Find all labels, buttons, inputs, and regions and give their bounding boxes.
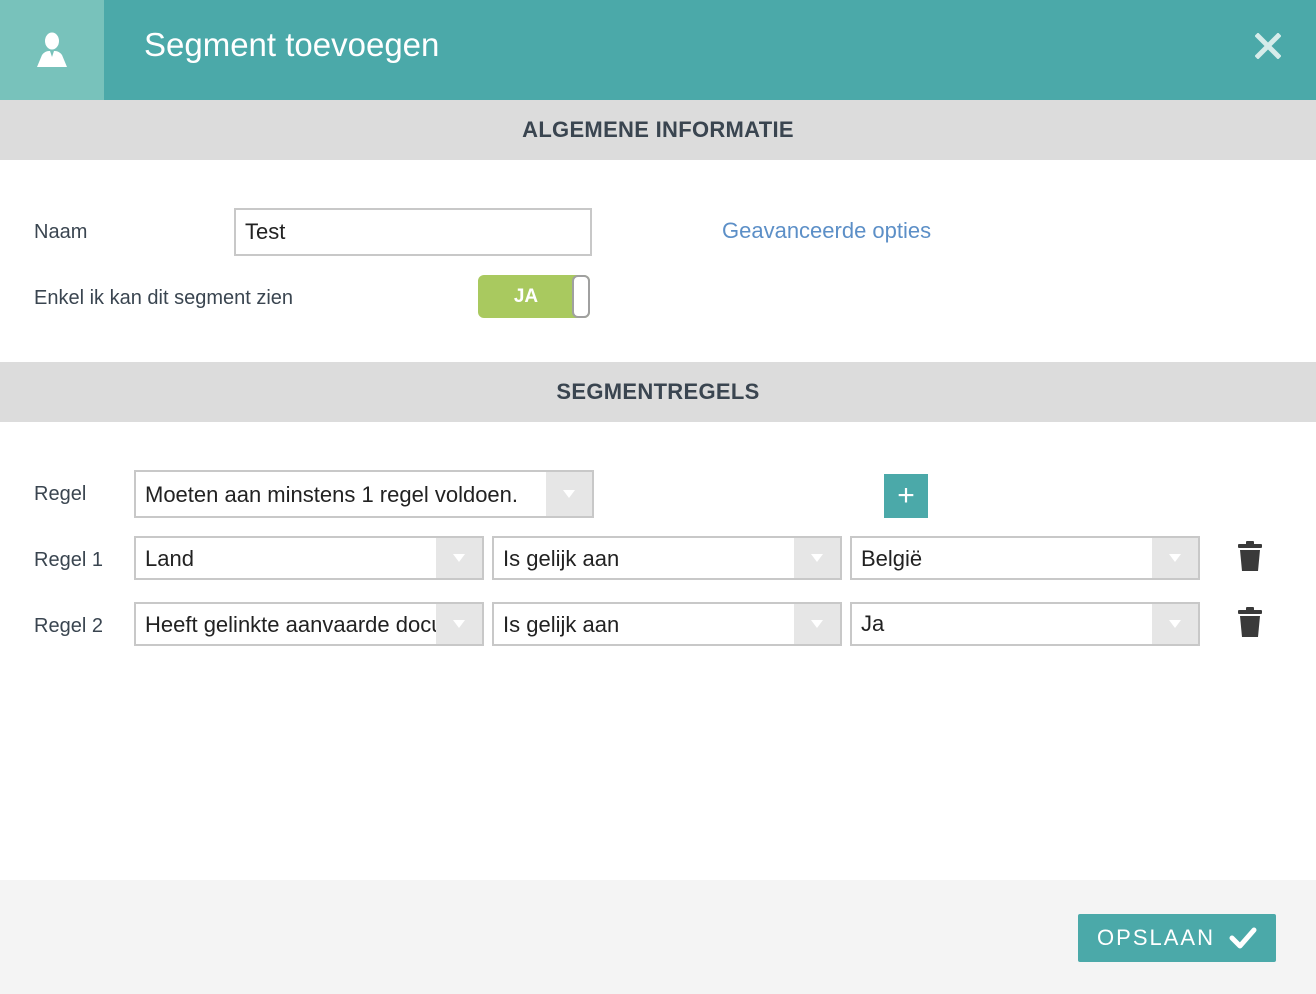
trash-icon[interactable]: [1238, 541, 1262, 571]
rule-2-operator-arrow: [794, 604, 840, 644]
rule-2-field-value: Heeft gelinkte aanvaarde documenten: [145, 612, 437, 637]
chevron-down-icon: [453, 620, 465, 628]
chevron-down-icon: [811, 554, 823, 562]
private-toggle[interactable]: JA: [478, 275, 590, 318]
rule-2-value-select[interactable]: Ja: [850, 602, 1200, 646]
dialog-header: Segment toevoegen: [0, 0, 1316, 100]
chevron-down-icon: [1169, 620, 1181, 628]
rule-2-value-value: Ja: [861, 611, 885, 636]
rule-1-operator-arrow: [794, 538, 840, 578]
trash-icon[interactable]: [1238, 607, 1262, 637]
name-input[interactable]: [234, 208, 592, 256]
section-segment-rules: SEGMENTREGELS: [0, 362, 1316, 422]
add-rule-button[interactable]: +: [884, 474, 928, 518]
rule-2-label: Regel 2: [34, 615, 103, 637]
rule-1-field-value: Land: [145, 546, 194, 571]
close-button[interactable]: [1248, 26, 1288, 66]
name-label: Naam: [34, 221, 88, 243]
rule-2-operator-select[interactable]: Is gelijk aan: [492, 602, 842, 646]
dialog-title: Segment toevoegen: [144, 26, 440, 63]
rule-2-operator-value: Is gelijk aan: [503, 612, 620, 637]
rule-match-label: Regel: [34, 483, 87, 505]
rule-2-value-arrow: [1152, 604, 1198, 644]
check-icon: [1229, 927, 1257, 949]
section-general-info: ALGEMENE INFORMATIE: [0, 100, 1316, 160]
chevron-down-icon: [1169, 554, 1181, 562]
rule-1-value-arrow: [1152, 538, 1198, 578]
rule-1-field-arrow: [436, 538, 482, 578]
rule-1-operator-value: Is gelijk aan: [503, 546, 620, 571]
save-button-label: OPSLAAN: [1097, 925, 1215, 950]
chevron-down-icon: [811, 620, 823, 628]
rule-1-value-value: België: [861, 546, 923, 571]
header-icon-box: [0, 0, 104, 100]
save-button[interactable]: OPSLAAN: [1078, 914, 1276, 962]
rule-match-select[interactable]: Moeten aan minstens 1 regel voldoen.: [134, 470, 594, 518]
rule-2-field-arrow: [436, 604, 482, 644]
advanced-options-link[interactable]: Geavanceerde opties: [722, 217, 931, 245]
rule-1-field-select[interactable]: Land: [134, 536, 484, 580]
chevron-down-icon: [563, 490, 575, 498]
rule-1-operator-select[interactable]: Is gelijk aan: [492, 536, 842, 580]
close-icon: [1255, 33, 1281, 59]
rule-match-arrow: [546, 472, 592, 516]
toggle-knob: [572, 275, 590, 318]
chevron-down-icon: [453, 554, 465, 562]
rule-1-label: Regel 1: [34, 549, 103, 571]
private-label: Enkel ik kan dit segment zien: [34, 287, 294, 309]
toggle-label: JA: [513, 285, 539, 307]
user-icon: [37, 32, 67, 67]
rule-match-value: Moeten aan minstens 1 regel voldoen.: [145, 482, 519, 507]
rule-2-field-select[interactable]: Heeft gelinkte aanvaarde documenten: [134, 602, 484, 646]
rule-1-value-select[interactable]: België: [850, 536, 1200, 580]
